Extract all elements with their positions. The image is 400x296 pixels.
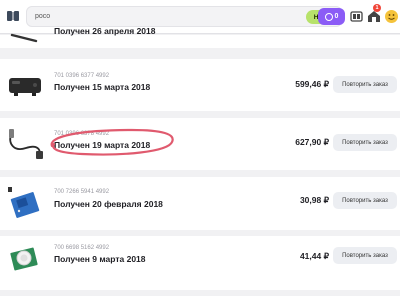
- sensor-cable-product-icon[interactable]: [6, 124, 44, 162]
- order-status: Получен 15 марта 2018: [54, 82, 151, 92]
- order-price: 41,44 ₽: [299, 251, 329, 261]
- av-converter-product-icon[interactable]: [6, 65, 44, 103]
- order-price: 30,98 ₽: [299, 195, 329, 205]
- order-status: Получен 19 марта 2018: [54, 140, 151, 150]
- cable-product-icon[interactable]: [6, 7, 44, 45]
- order-price: 599,46 ₽: [295, 79, 329, 89]
- points-button[interactable]: 0: [318, 8, 345, 25]
- order-card: 701 0396 6377 4992 Получен 15 марта 2018…: [0, 59, 400, 111]
- order-card: 700 7266 5941 4992 Получен 20 февраля 20…: [0, 177, 400, 230]
- order-status: Получен 26 апреля 2018: [54, 26, 156, 36]
- compare-icon[interactable]: [350, 10, 363, 23]
- repeat-order-button[interactable]: Повторить заказ: [333, 192, 397, 209]
- order-price: 627,90 ₽: [295, 137, 329, 147]
- coin-icon: [324, 12, 333, 21]
- search-input[interactable]: [27, 7, 271, 26]
- orders-badge: 1: [373, 4, 381, 12]
- order-number: 700 7266 5941 4992: [54, 189, 110, 195]
- profile-icon[interactable]: [385, 10, 398, 23]
- relay-module-product-icon[interactable]: [6, 183, 44, 221]
- order-card: Получен 26 апреля 2018: [0, 26, 400, 48]
- order-status: Получен 9 марта 2018: [54, 254, 146, 264]
- repeat-order-button[interactable]: Повторить заказ: [333, 247, 397, 264]
- order-number: 701 0396 6377 4992: [54, 73, 110, 79]
- repeat-order-button[interactable]: Повторить заказ: [333, 76, 397, 93]
- pir-sensor-product-icon[interactable]: [6, 238, 44, 276]
- repeat-order-button[interactable]: Повторить заказ: [333, 134, 397, 151]
- search-bar: Найти: [26, 6, 342, 27]
- order-status: Получен 20 февраля 2018: [54, 199, 163, 209]
- order-number: 701 0396 6378 4992: [54, 131, 110, 137]
- order-card: 701 0396 6378 4992 Получен 19 марта 2018…: [0, 118, 400, 170]
- points-value: 0: [334, 13, 339, 20]
- order-card: 700 6698 5162 4992 Получен 9 марта 2018 …: [0, 236, 400, 290]
- order-number: 700 6698 5162 4992: [54, 245, 110, 251]
